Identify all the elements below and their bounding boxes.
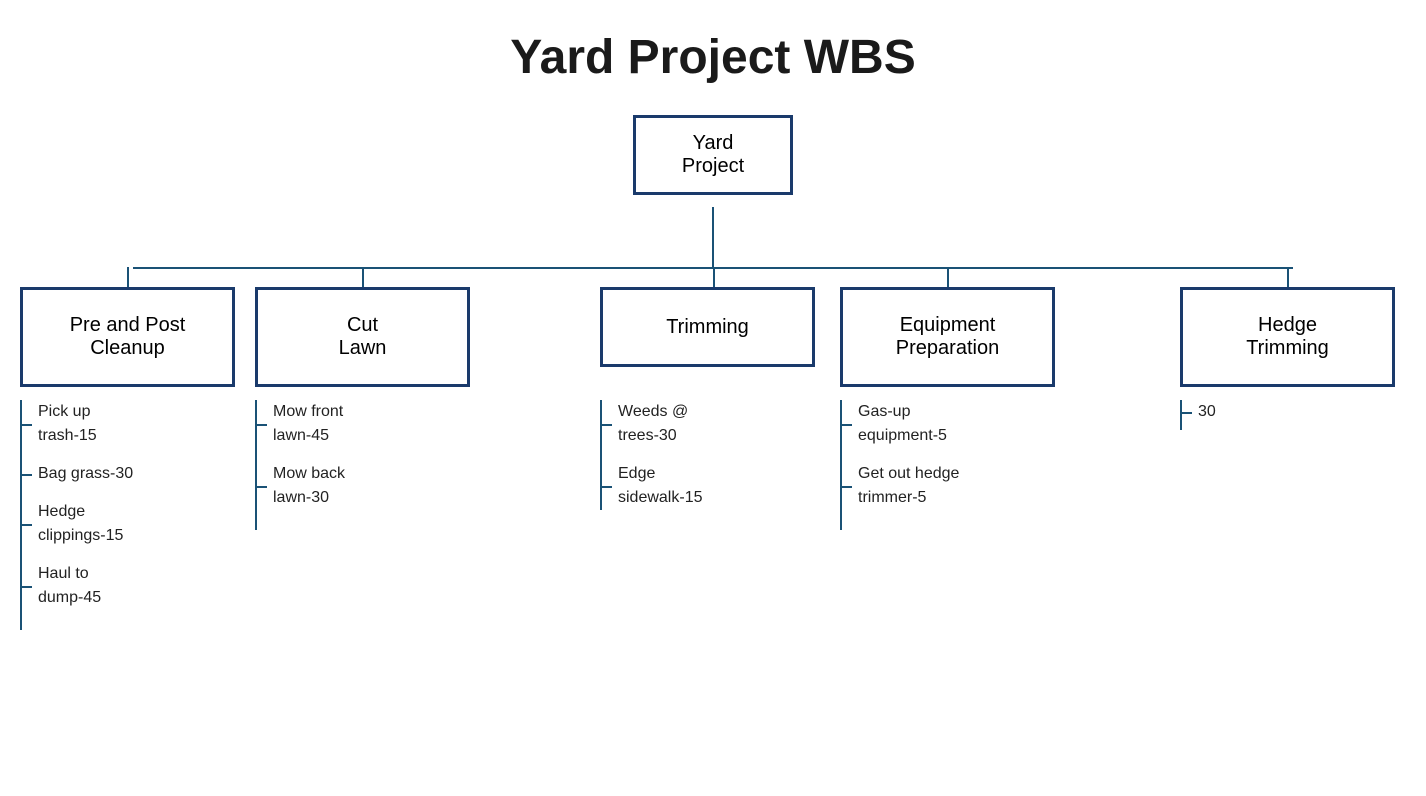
root-line-down — [712, 207, 714, 267]
list-item: Hedgeclippings-15 — [20, 500, 133, 548]
v-line-2 — [713, 267, 715, 287]
child-node-hedge: Hedge Trimming — [1180, 287, 1395, 387]
list-item: Bag grass-30 — [20, 462, 133, 486]
sub-items-cut-lawn: Mow frontlawn-45 Mow backlawn-30 — [255, 400, 345, 524]
v-line-1 — [362, 267, 364, 287]
list-item: Haul todump-45 — [20, 562, 133, 610]
child-node-pre-post: Pre and Post Cleanup — [20, 287, 235, 387]
sub-items-hedge: 30 — [1180, 400, 1216, 438]
v-line-3 — [947, 267, 949, 287]
sub-items-trimming: Weeds @trees-30 Edgesidewalk-15 — [600, 400, 702, 524]
child-node-equipment: Equipment Preparation — [840, 287, 1055, 387]
sub-items-pre-post: Pick uptrash-15 Bag grass-30 Hedgeclippi… — [20, 400, 133, 624]
sub-items-equipment: Gas-upequipment-5 Get out hedgetrimmer-5 — [840, 400, 959, 524]
child-label-trimming: Trimming — [666, 316, 749, 339]
list-item: Mow frontlawn-45 — [255, 400, 345, 448]
list-item: 30 — [1180, 400, 1216, 424]
v-line-4 — [1287, 267, 1289, 287]
list-item: Mow backlawn-30 — [255, 462, 345, 510]
root-label: Yard Project — [682, 132, 744, 178]
wbs-diagram: Yard Project Pre and Post Cleanup Pick u… — [0, 105, 1426, 791]
child-label-hedge: Hedge Trimming — [1246, 314, 1329, 360]
list-item: Edgesidewalk-15 — [600, 462, 702, 510]
list-item: Pick uptrash-15 — [20, 400, 133, 448]
child-label-pre-post: Pre and Post Cleanup — [70, 314, 186, 360]
page-title: Yard Project WBS — [0, 0, 1426, 105]
v-line-0 — [127, 267, 129, 287]
root-node: Yard Project — [633, 115, 793, 195]
child-node-cut-lawn: Cut Lawn — [255, 287, 470, 387]
list-item: Get out hedgetrimmer-5 — [840, 462, 959, 510]
list-item: Gas-upequipment-5 — [840, 400, 959, 448]
list-item: Weeds @trees-30 — [600, 400, 702, 448]
child-label-cut-lawn: Cut Lawn — [339, 314, 387, 360]
child-node-trimming: Trimming — [600, 287, 815, 367]
child-label-equipment: Equipment Preparation — [896, 314, 999, 360]
